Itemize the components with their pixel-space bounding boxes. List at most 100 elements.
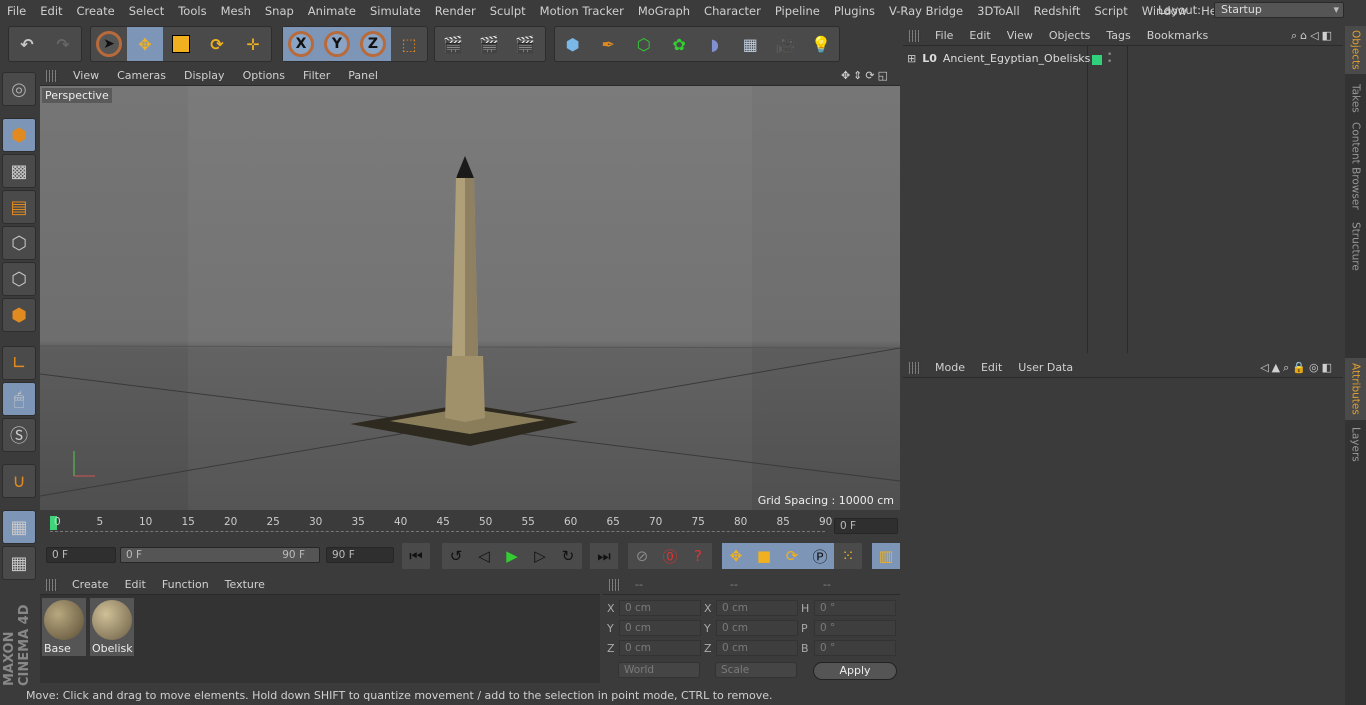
- object-name[interactable]: Ancient_Egyptian_Obelisks: [943, 52, 1091, 65]
- keyframe-help-icon[interactable]: ?: [684, 543, 712, 569]
- menu-tools[interactable]: Tools: [171, 4, 213, 18]
- viewport-menu-panel[interactable]: Panel: [339, 69, 387, 82]
- material-menu-function[interactable]: Function: [154, 578, 217, 591]
- viewport-menu-filter[interactable]: Filter: [294, 69, 339, 82]
- make-editable-icon[interactable]: ◎: [2, 72, 36, 106]
- grip-icon[interactable]: [46, 578, 58, 591]
- viewport-perspective[interactable]: Perspective Grid Spacing : 10000 cm: [40, 86, 900, 510]
- object-menu-tags[interactable]: Tags: [1098, 29, 1138, 42]
- viewport-menu-cameras[interactable]: Cameras: [108, 69, 175, 82]
- menu-vray-bridge[interactable]: V-Ray Bridge: [882, 4, 970, 18]
- attributes-nav-icons[interactable]: ◁▲⌕🔒◎◧: [1252, 361, 1343, 375]
- menu-motion-tracker[interactable]: Motion Tracker: [533, 4, 631, 18]
- z-axis-icon[interactable]: Z: [355, 27, 391, 61]
- texture-mode-icon[interactable]: ▩: [2, 154, 36, 188]
- x-axis-icon[interactable]: X: [283, 27, 319, 61]
- scale-mode-dropdown[interactable]: Scale: [715, 662, 797, 678]
- menu-pipeline[interactable]: Pipeline: [768, 4, 827, 18]
- deformer-icon[interactable]: ◗: [697, 27, 733, 61]
- menu-redshift[interactable]: Redshift: [1027, 4, 1088, 18]
- object-menu-view[interactable]: View: [999, 29, 1041, 42]
- material-menu-edit[interactable]: Edit: [117, 578, 154, 591]
- polygons-mode-icon[interactable]: ⬢: [2, 298, 36, 332]
- menu-plugins[interactable]: Plugins: [827, 4, 882, 18]
- grip-icon[interactable]: [909, 29, 921, 42]
- pen-icon[interactable]: ✒: [591, 27, 627, 61]
- menu-file[interactable]: File: [0, 4, 33, 18]
- object-manager-nav-icons[interactable]: ⌕⌂◁◧: [1283, 29, 1343, 43]
- object-menu-edit[interactable]: Edit: [961, 29, 998, 42]
- object-menu-objects[interactable]: Objects: [1041, 29, 1099, 42]
- menu-render[interactable]: Render: [428, 4, 483, 18]
- scale-icon[interactable]: [163, 27, 199, 61]
- redo-icon[interactable]: ↷: [45, 27, 81, 61]
- next-frame-icon[interactable]: ▷: [526, 543, 554, 569]
- attributes-menu-mode[interactable]: Mode: [927, 361, 973, 374]
- render-settings-icon[interactable]: 🎬: [507, 27, 543, 61]
- tweak-mode-icon[interactable]: 🖱: [2, 382, 36, 416]
- play-icon[interactable]: ▶: [498, 543, 526, 569]
- coordinate-mode-dropdown[interactable]: World: [618, 662, 700, 678]
- next-key-icon[interactable]: ↻: [554, 543, 582, 569]
- viewport-menu-display[interactable]: Display: [175, 69, 234, 82]
- y-axis-icon[interactable]: Y: [319, 27, 355, 61]
- menu-select[interactable]: Select: [122, 4, 171, 18]
- menu-3dtoall[interactable]: 3DToAll: [970, 4, 1027, 18]
- menu-mesh[interactable]: Mesh: [214, 4, 258, 18]
- viewport-menu-options[interactable]: Options: [234, 69, 294, 82]
- autokey-icon[interactable]: ⓪: [656, 543, 684, 569]
- grip-icon[interactable]: [909, 361, 921, 374]
- timeline-ruler[interactable]: 0 5 10 15 20 25 30 35 40 45 50 55 60 65 70 75 80 85 90 0 F: [40, 512, 900, 540]
- end-frame-field[interactable]: 90 F: [326, 547, 394, 563]
- transform-icon[interactable]: ✛: [235, 27, 271, 61]
- coord-field[interactable]: 0 °: [814, 640, 896, 656]
- workplane-lock-icon[interactable]: ▦: [2, 510, 36, 544]
- material-menu-texture[interactable]: Texture: [217, 578, 273, 591]
- menu-animate[interactable]: Animate: [301, 4, 363, 18]
- magnet-icon[interactable]: ∪: [2, 464, 36, 498]
- visibility-dots-icon[interactable]: • •: [1107, 51, 1112, 67]
- tab-takes[interactable]: Takes: [1345, 78, 1366, 118]
- object-menu-file[interactable]: File: [927, 29, 961, 42]
- attributes-menu-user-data[interactable]: User Data: [1010, 361, 1081, 374]
- expand-icon[interactable]: ⊞: [907, 52, 916, 65]
- camera-icon[interactable]: 🎥: [768, 27, 804, 61]
- menu-edit[interactable]: Edit: [33, 4, 69, 18]
- key-rotation-icon[interactable]: ⟳: [778, 543, 806, 569]
- axis-mode-icon[interactable]: ∟: [2, 346, 36, 380]
- menu-script[interactable]: Script: [1087, 4, 1134, 18]
- render-view-icon[interactable]: 🎬: [435, 27, 471, 61]
- object-menu-bookmarks[interactable]: Bookmarks: [1139, 29, 1216, 42]
- go-to-end-icon[interactable]: ⏭: [590, 543, 618, 569]
- material-obelisk[interactable]: Obelisk: [90, 598, 134, 656]
- move-icon[interactable]: ✥: [127, 27, 163, 61]
- layer-color-tag[interactable]: [1092, 55, 1102, 65]
- coord-field[interactable]: 0 cm: [716, 600, 798, 616]
- key-position-icon[interactable]: ✥: [722, 543, 750, 569]
- attributes-menu-edit[interactable]: Edit: [973, 361, 1010, 374]
- record-disabled-icon[interactable]: ⊘: [628, 543, 656, 569]
- key-scale-icon[interactable]: ■: [750, 543, 778, 569]
- grip-icon[interactable]: [46, 69, 58, 82]
- tab-layers[interactable]: Layers: [1345, 424, 1366, 464]
- coordinate-system-icon[interactable]: ⬚: [391, 27, 427, 61]
- previous-frame-icon[interactable]: ◁: [470, 543, 498, 569]
- viewport-nav-icons[interactable]: ✥⇕⟳◱: [832, 69, 900, 82]
- previous-key-icon[interactable]: ↺: [442, 543, 470, 569]
- layout-dropdown[interactable]: Startup: [1214, 2, 1344, 18]
- menu-create[interactable]: Create: [70, 4, 122, 18]
- tab-content-browser[interactable]: Content Browser: [1345, 122, 1366, 210]
- timeline-window-icon[interactable]: ▥: [872, 543, 900, 569]
- live-selection-icon[interactable]: ➤: [91, 27, 127, 61]
- current-frame-field[interactable]: 0 F: [834, 518, 898, 534]
- light-icon[interactable]: 💡: [804, 27, 840, 61]
- tab-attributes[interactable]: Attributes: [1345, 358, 1366, 420]
- tab-structure[interactable]: Structure: [1345, 216, 1366, 276]
- coord-field[interactable]: 0 cm: [619, 620, 701, 636]
- coord-field[interactable]: 0 cm: [716, 640, 798, 656]
- render-picture-viewer-icon[interactable]: 🎬: [471, 27, 507, 61]
- menu-sculpt[interactable]: Sculpt: [483, 4, 533, 18]
- floor-icon[interactable]: ▦: [733, 27, 769, 61]
- key-parameter-icon[interactable]: Ⓟ: [806, 543, 834, 569]
- apply-button[interactable]: Apply: [813, 662, 897, 680]
